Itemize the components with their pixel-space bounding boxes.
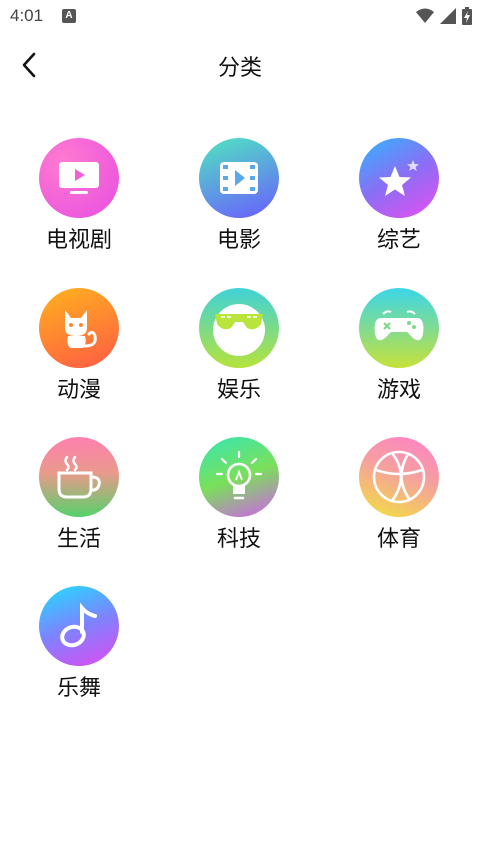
signal-icon [440, 8, 456, 24]
category-circle [199, 138, 279, 218]
category-circle [39, 586, 119, 666]
film-icon [220, 162, 258, 194]
category-label: 娱乐 [216, 378, 261, 403]
category-label: 生活 [56, 527, 101, 552]
status-bar: 4:01 A [0, 0, 480, 34]
category-label: 游戏 [376, 378, 421, 403]
cat-icon [65, 310, 97, 348]
gamepad-icon [374, 310, 424, 341]
battery-charging-icon [462, 7, 472, 25]
lightbulb-icon [215, 450, 263, 500]
category-label: 科技 [216, 527, 261, 552]
category-entertainment[interactable]: 娱乐 [179, 288, 299, 418]
category-movie[interactable]: 电影 [179, 138, 299, 268]
basketball-icon [372, 450, 426, 504]
category-games[interactable]: 游戏 [339, 288, 459, 418]
category-tv[interactable]: 电视剧 [19, 138, 139, 268]
category-music-dance[interactable]: 乐舞 [19, 586, 139, 716]
category-label: 电影 [216, 228, 261, 253]
music-note-icon [60, 602, 97, 648]
status-icons [416, 7, 472, 25]
category-circle [39, 138, 119, 218]
page-title: 分类 [217, 56, 262, 81]
category-circle [39, 437, 119, 517]
category-life[interactable]: 生活 [19, 437, 139, 567]
category-circle [359, 138, 439, 218]
category-label: 体育 [376, 527, 421, 552]
category-sports[interactable]: 体育 [339, 437, 459, 567]
category-circle [199, 437, 279, 517]
sunglasses-icon [213, 304, 265, 356]
star-icon [379, 160, 419, 196]
category-tech[interactable]: 科技 [179, 437, 299, 567]
category-label: 动漫 [56, 378, 101, 403]
tv-icon [59, 162, 99, 194]
category-circle [199, 288, 279, 368]
category-label: 电视剧 [45, 228, 112, 253]
category-anime[interactable]: 动漫 [19, 288, 139, 418]
category-label: 综艺 [376, 228, 421, 253]
category-circle [39, 288, 119, 368]
category-circle [359, 288, 439, 368]
wifi-icon [416, 8, 434, 23]
header: 分类 [0, 40, 480, 90]
coffee-cup-icon [57, 455, 101, 499]
category-label: 乐舞 [56, 676, 101, 701]
category-variety[interactable]: 综艺 [339, 138, 459, 268]
notification-icon: A [62, 9, 76, 23]
category-circle [359, 437, 439, 517]
status-time: 4:01 [10, 6, 44, 25]
